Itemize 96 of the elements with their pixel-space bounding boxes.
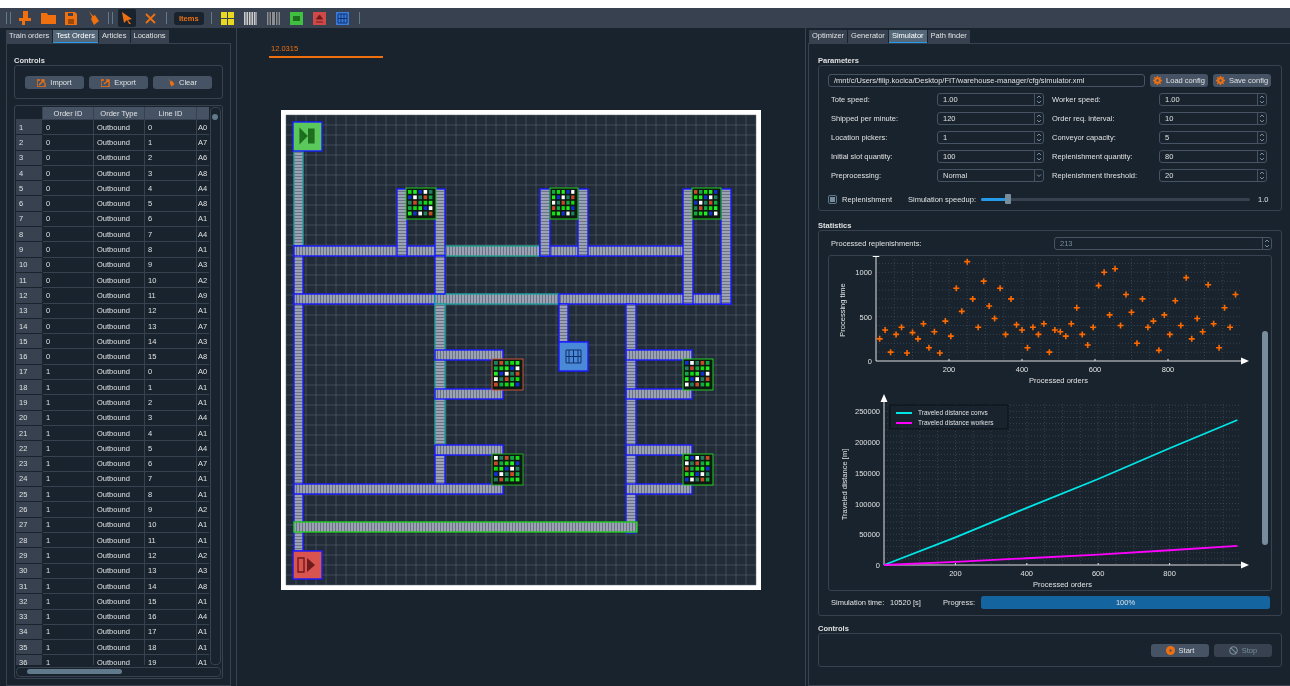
scatter-point [1204,280,1212,289]
grid-icon [221,11,235,25]
grid-icon [336,11,350,25]
scatter-point [979,277,988,285]
scatter-point [1215,343,1223,352]
toolbar-button[interactable] [218,9,237,27]
checkbox[interactable] [828,195,837,204]
scatter-point [952,284,961,293]
scatter-point [897,323,906,332]
slider-thumb[interactable] [1004,194,1011,204]
scatter-point [1182,273,1191,282]
gear-icon [1153,76,1163,85]
scatter-point [1177,321,1185,330]
scatter-point [1045,348,1054,356]
scatter-point [974,323,982,332]
conveyor-icon [267,11,281,25]
scatter-point [919,319,928,328]
scatter-point [1023,343,1032,352]
scatter-point [1155,346,1163,355]
scatter-point [985,302,993,310]
scatter-point [1100,268,1108,277]
scatter-point [947,332,955,340]
scatter-point [1067,319,1076,328]
spin-arrows-icon[interactable] [1257,113,1266,124]
scatter-point [1193,314,1201,323]
vertical-scrollbar[interactable] [210,107,221,665]
spin-arrows-icon[interactable] [1257,132,1266,143]
spin-arrows-icon[interactable] [1257,151,1266,162]
scatter-point [1040,319,1048,328]
spin-arrows-icon[interactable] [1034,132,1043,143]
scatter-point [886,348,895,356]
brush-icon [168,78,176,87]
scatter-point [1160,311,1169,319]
scatter-point [1089,323,1097,332]
scatter-point [941,317,950,325]
close-icon [144,12,156,24]
scatter-point [1001,330,1010,339]
spin-arrows-icon[interactable] [1034,113,1043,124]
scatter-point [1122,290,1130,299]
scatter-point [1083,341,1092,349]
scatter-point [968,295,977,303]
scatter-point [1007,295,1015,303]
toolbar-button[interactable] [241,9,260,27]
picture-icon [290,11,304,25]
toolbar-button[interactable] [287,9,306,27]
scatter-point [1226,323,1234,332]
scatter-point [1198,327,1207,336]
scatter-point [990,314,999,323]
brush-icon [88,11,100,25]
horizontal-scrollbar[interactable] [16,667,221,677]
scatter-point [1209,319,1218,328]
scatter-point [1220,303,1229,312]
scatter-point [908,328,917,337]
scatter-point [1171,296,1180,305]
scatter-point [1231,290,1240,299]
spin-arrows-icon[interactable] [1257,170,1266,181]
toolbar-button[interactable] [118,9,136,27]
scatter-point [996,284,1004,293]
scatter-point [1116,321,1125,330]
toolbar-button[interactable] [264,9,283,27]
folder-icon [40,12,56,24]
spin-arrows-icon[interactable] [1034,94,1043,105]
cursor-icon [122,12,132,24]
scatter-point [930,327,939,336]
spin-arrows-icon[interactable] [1257,94,1266,105]
play-icon [1165,646,1175,655]
scatter-point [1094,281,1103,290]
scatter-point [958,307,966,316]
scatter-point [1166,330,1174,339]
toolbar-button[interactable] [16,9,34,27]
scatter-point [1056,327,1065,336]
save-icon [65,11,77,25]
scatter-point [925,343,933,352]
export-icon [101,78,111,87]
stop-icon [1228,646,1238,655]
scatter-point [1078,330,1086,339]
warehouse-map-drawing[interactable] [281,110,761,590]
scatter-point [1133,339,1141,348]
scatter-point [1105,311,1114,319]
scatter-point [1138,295,1147,303]
conveyor-icon [244,11,258,25]
scatter-point [963,257,972,266]
scatter-point [1111,264,1119,273]
scatter-point [1127,308,1136,317]
scatter-point [1034,330,1043,339]
scatter-point [1072,303,1081,312]
toolbar-button[interactable] [62,9,80,27]
scatter-point [1012,320,1021,329]
upload-icon [313,11,327,25]
scatter-point [1187,335,1196,343]
scatter-point [903,349,911,357]
toolbar-button[interactable] [333,9,352,27]
import-icon [37,78,47,87]
scatter-point [936,349,944,357]
gear-icon [1215,76,1225,85]
spin-arrows-icon[interactable] [1034,151,1043,162]
